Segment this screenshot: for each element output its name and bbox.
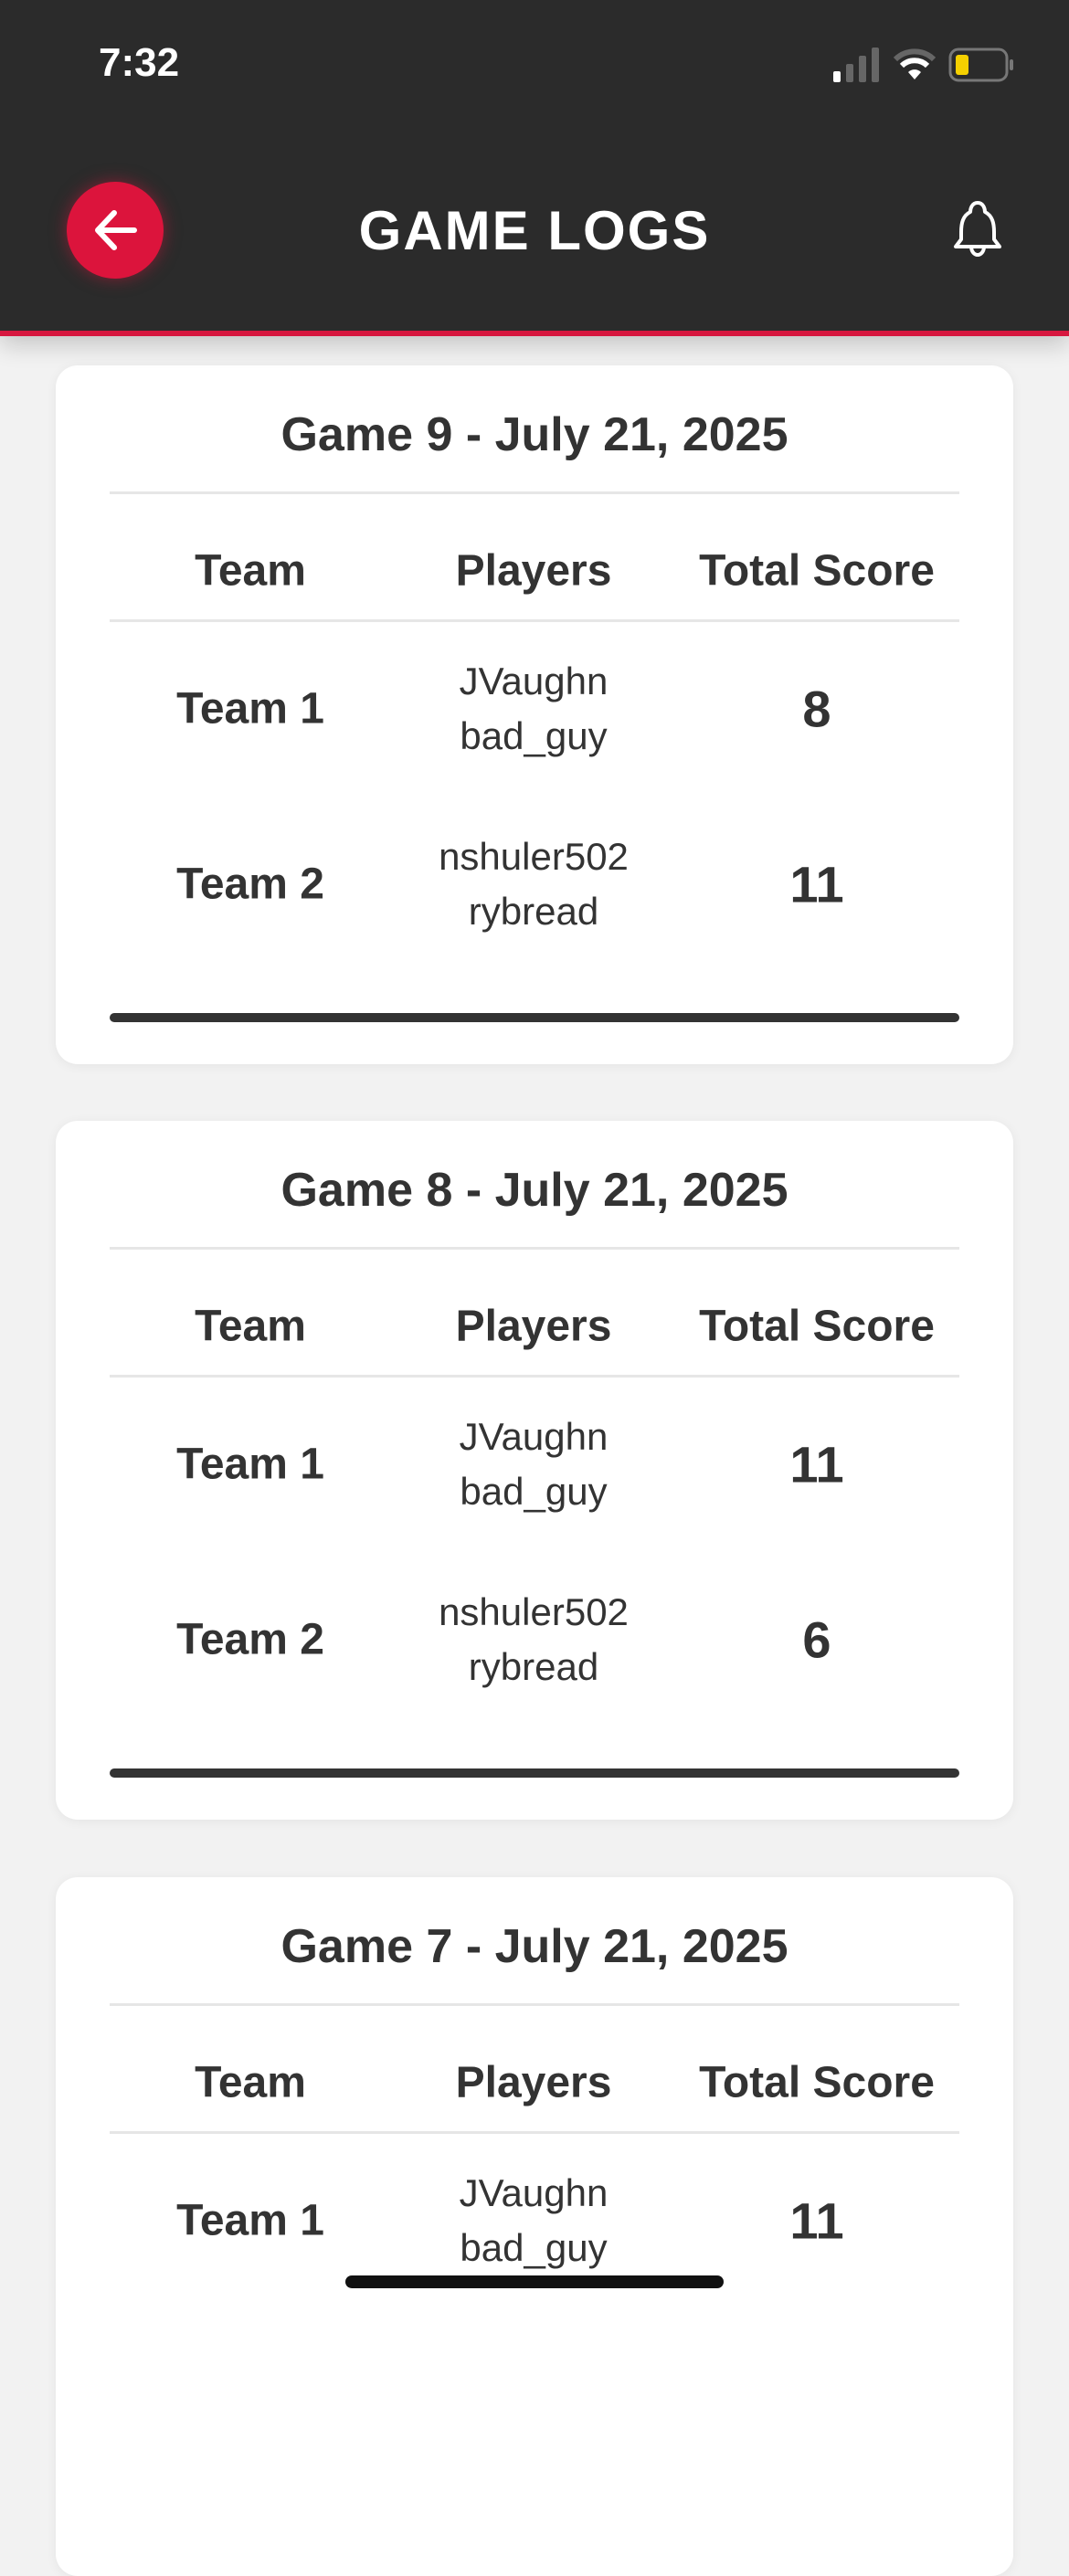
divider xyxy=(110,491,959,494)
team-players: JVaughn bad_guy xyxy=(387,1409,680,1519)
column-header-players: Players xyxy=(455,546,612,596)
wifi-icon xyxy=(894,48,936,79)
page-title: GAME LOGS xyxy=(358,200,711,261)
battery-icon xyxy=(948,48,1013,82)
player-name: bad_guy xyxy=(460,2226,608,2269)
status-icons xyxy=(833,48,1014,82)
player-name: nshuler502 xyxy=(439,835,629,878)
app-header: 7:32 GAME LOGS xyxy=(0,0,1069,336)
team-players: JVaughn bad_guy xyxy=(387,2166,680,2275)
divider xyxy=(110,1247,959,1250)
column-header-players: Players xyxy=(455,2058,612,2107)
team-score: 8 xyxy=(802,680,831,738)
team-score: 11 xyxy=(789,855,844,913)
divider xyxy=(110,2003,959,2006)
home-indicator[interactable] xyxy=(345,2275,724,2288)
player-name: nshuler502 xyxy=(439,1590,629,1633)
player-name: bad_guy xyxy=(460,1470,608,1513)
game-title: Game 7 - July 21, 2025 xyxy=(280,1920,789,1973)
column-header-team: Team xyxy=(195,546,306,596)
column-header-team: Team xyxy=(195,2058,306,2107)
column-header-players: Players xyxy=(455,1302,612,1351)
player-name: JVaughn xyxy=(459,660,609,702)
status-time: 7:32 xyxy=(99,40,180,85)
divider xyxy=(110,2131,959,2134)
player-name: rybread xyxy=(468,1645,599,1688)
player-name: JVaughn xyxy=(459,2171,609,2214)
game-card: Game 9 - July 21, 2025 Team Players Tota… xyxy=(56,365,1013,1064)
team-name: Team 1 xyxy=(176,1440,324,1489)
team-name: Team 1 xyxy=(176,2196,324,2245)
game-card: Game 7 - July 21, 2025 Team Players Tota… xyxy=(56,1877,1013,2576)
game-title: Game 9 - July 21, 2025 xyxy=(280,408,789,461)
player-name: rybread xyxy=(468,890,599,933)
team-name: Team 2 xyxy=(176,860,324,909)
player-name: JVaughn xyxy=(459,1415,609,1458)
player-name: bad_guy xyxy=(460,714,608,757)
divider xyxy=(110,1375,959,1378)
team-name: Team 1 xyxy=(176,684,324,734)
card-footer-bar xyxy=(110,1768,959,1778)
team-score: 6 xyxy=(802,1610,831,1669)
divider xyxy=(110,619,959,622)
column-header-score: Total Score xyxy=(699,546,935,596)
team-score: 11 xyxy=(789,1435,844,1494)
game-title: Game 8 - July 21, 2025 xyxy=(280,1164,789,1217)
column-header-score: Total Score xyxy=(699,1302,935,1351)
cellular-signal-icon xyxy=(833,48,879,82)
bell-icon xyxy=(954,201,1001,257)
team-players: nshuler502 rybread xyxy=(387,1585,680,1694)
notifications-button[interactable] xyxy=(950,199,1005,264)
team-players: nshuler502 rybread xyxy=(387,829,680,939)
team-score: 11 xyxy=(789,2191,844,2250)
column-header-score: Total Score xyxy=(699,2058,935,2107)
team-name: Team 2 xyxy=(176,1615,324,1664)
game-card: Game 8 - July 21, 2025 Team Players Tota… xyxy=(56,1121,1013,1820)
column-header-team: Team xyxy=(195,1302,306,1351)
team-players: JVaughn bad_guy xyxy=(387,654,680,764)
card-footer-bar xyxy=(110,1013,959,1022)
